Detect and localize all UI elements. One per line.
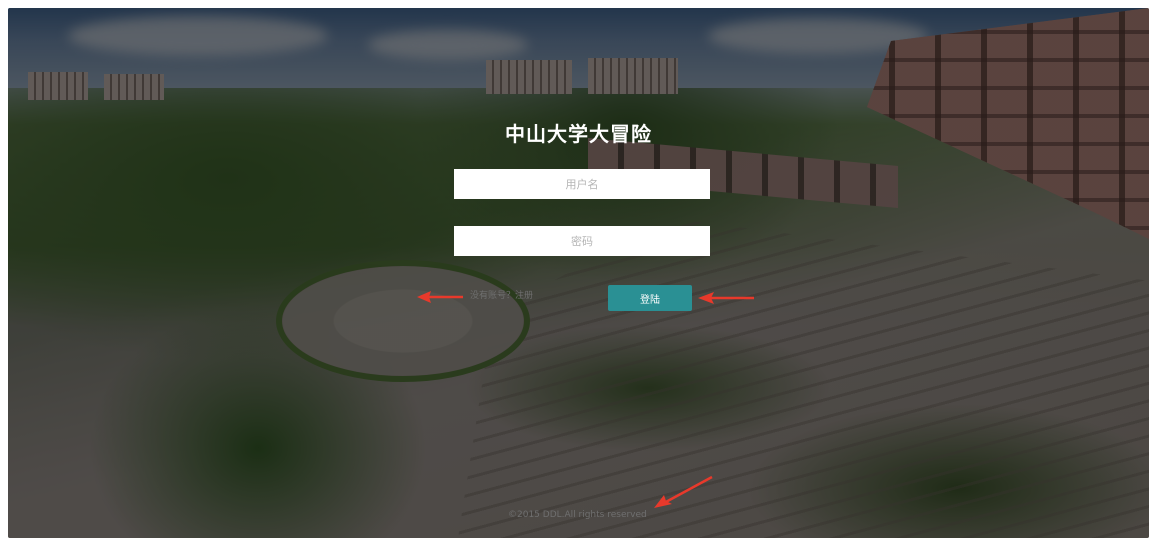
login-button[interactable]: 登陆 [608, 285, 692, 311]
login-page: 中山大学大冒险 没有账号？注册 登陆 ©2015 DDL.All rights … [8, 8, 1149, 538]
username-input[interactable] [454, 169, 710, 199]
copyright-footer: ©2015 DDL.All rights reserved [508, 510, 647, 520]
arrow-icon [698, 292, 754, 304]
register-link[interactable]: 没有账号？注册 [470, 288, 533, 301]
dark-overlay [8, 8, 1149, 538]
password-input[interactable] [454, 226, 710, 256]
page-title: 中山大学大冒险 [505, 122, 652, 146]
arrow-icon [417, 291, 463, 303]
arrow-icon [654, 475, 713, 508]
